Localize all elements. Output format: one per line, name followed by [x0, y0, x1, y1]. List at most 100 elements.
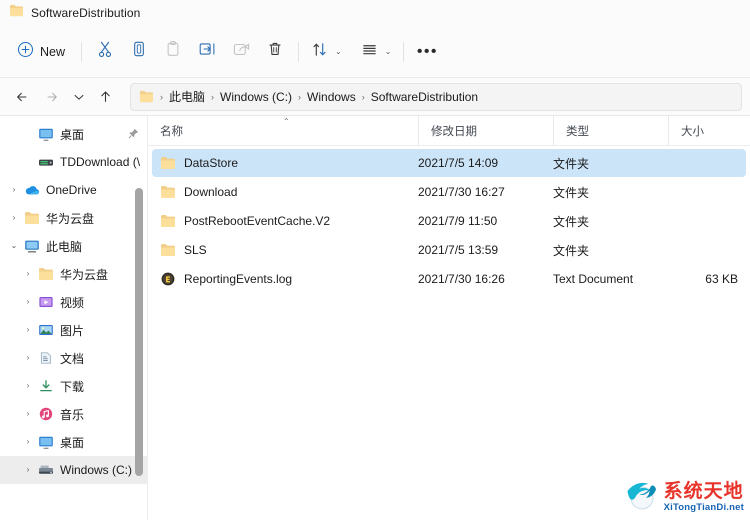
breadcrumb-item-1[interactable]: Windows (C:) [220, 90, 292, 104]
up-button[interactable] [90, 83, 120, 111]
table-row[interactable]: ReportingEvents.log 2021/7/30 16:26 Text D… [152, 265, 746, 293]
desktop-icon [36, 127, 56, 141]
globe-swoosh-logo-icon [625, 479, 659, 516]
column-header-type[interactable]: 类型 [553, 115, 668, 146]
file-type-cell: 文件夹 [553, 156, 590, 171]
file-name-cell: DataStore [152, 156, 418, 170]
more-options-button[interactable]: ••• [410, 36, 444, 68]
copy-icon [130, 40, 148, 63]
expander-chevron-icon[interactable]: › [20, 438, 36, 446]
breadcrumb[interactable]: › 此电脑 › Windows (C:) › Windows › Softwar… [130, 82, 742, 111]
sidebar-item-label: 文档 [60, 351, 85, 366]
path-folder-icon [139, 90, 154, 103]
breadcrumb-item-3[interactable]: SoftwareDistribution [371, 90, 478, 104]
sidebar-item-label: 音乐 [60, 407, 85, 422]
sidebar-scrollbar[interactable] [133, 116, 145, 520]
file-date-cell: 2021/7/30 16:27 [418, 185, 505, 199]
command-toolbar: New ⌄ ⌄ ••• [0, 26, 750, 78]
new-button[interactable]: New [10, 36, 75, 68]
expander-chevron-icon[interactable]: › [20, 410, 36, 418]
file-name-label: Download [184, 185, 238, 199]
trash-icon [266, 40, 284, 63]
sort-chevron-down-icon: ⌄ [335, 47, 342, 56]
file-date-cell: 2021/7/9 11:50 [418, 214, 498, 228]
expander-chevron-icon[interactable]: › [20, 326, 36, 334]
sidebar-item-3[interactable]: › 华为云盘 [0, 204, 147, 232]
file-name-cell: PostRebootEventCache.V2 [152, 214, 418, 228]
file-type-cell: Text Document [553, 272, 634, 286]
breadcrumb-item-0[interactable]: 此电脑 [169, 88, 205, 105]
sidebar-item-label: 桌面 [60, 435, 85, 450]
music-icon [36, 407, 56, 421]
sidebar-item-4[interactable]: ⌄ 此电脑 [0, 232, 147, 260]
sidebar-item-9[interactable]: › 下载 [0, 372, 147, 400]
breadcrumb-separator: › [361, 91, 365, 102]
file-name-cell: ReportingEvents.log [152, 272, 418, 286]
ellipsis-icon: ••• [416, 42, 438, 60]
expander-chevron-icon[interactable]: › [20, 298, 36, 306]
expander-chevron-icon[interactable]: › [20, 382, 36, 390]
sidebar-item-label: 华为云盘 [60, 267, 109, 282]
paste-button[interactable] [156, 36, 190, 68]
table-row[interactable]: SLS 2021/7/5 13:59 文件夹 [152, 236, 746, 264]
sidebar-scrollbar-thumb[interactable] [135, 188, 143, 476]
sidebar-item-11[interactable]: › 桌面 [0, 428, 147, 456]
plus-circle-icon [17, 41, 34, 63]
back-button[interactable] [8, 83, 38, 111]
column-header-size[interactable]: 大小 [668, 115, 748, 146]
sidebar-item-0[interactable]: 桌面 [0, 120, 147, 148]
delete-button[interactable] [258, 36, 292, 68]
view-chevron-down-icon: ⌄ [384, 47, 392, 56]
forward-button[interactable] [38, 83, 68, 111]
view-lines-icon [361, 41, 378, 63]
folder-icon [9, 4, 24, 22]
column-header-type-label: 类型 [566, 125, 589, 138]
sidebar-item-1[interactable]: TDDownload (\ [0, 148, 147, 176]
navigation-pane: 桌面 TDDownload (\ › OneDrive › 华为云盘 ⌄ 此电脑 › 华为云盘 › 视… [0, 116, 148, 520]
file-explorer-window: SoftwareDistribution New ⌄ ⌄ ••• › 此电脑 ›… [0, 0, 750, 522]
sidebar-item-6[interactable]: › 视频 [0, 288, 147, 316]
folder-icon [160, 214, 176, 228]
scissors-icon [96, 40, 114, 63]
expander-chevron-icon[interactable]: › [6, 214, 22, 222]
log-file-icon [160, 272, 176, 286]
share-button[interactable] [224, 36, 258, 68]
sidebar-item-8[interactable]: › 文档 [0, 344, 147, 372]
file-date-cell: 2021/7/5 14:09 [418, 156, 499, 170]
file-size-cell: 63 KB [705, 272, 738, 286]
column-header-size-label: 大小 [681, 125, 704, 138]
sort-arrows-icon [311, 41, 328, 63]
copy-button[interactable] [122, 36, 156, 68]
column-header-name[interactable]: 名称 ⌃ [148, 116, 418, 146]
file-name-label: PostRebootEventCache.V2 [184, 214, 331, 228]
cut-button[interactable] [88, 36, 122, 68]
table-row[interactable]: DataStore 2021/7/5 14:09 文件夹 [152, 149, 746, 177]
sidebar-item-10[interactable]: › 音乐 [0, 400, 147, 428]
file-rows: DataStore 2021/7/5 14:09 文件夹 Download 2021/7… [148, 146, 750, 293]
table-row[interactable]: PostRebootEventCache.V2 2021/7/9 11:50 文件夹 [152, 207, 746, 235]
column-header-date[interactable]: 修改日期 [418, 115, 553, 146]
view-button[interactable]: ⌄ [355, 36, 398, 68]
sidebar-item-5[interactable]: › 华为云盘 [0, 260, 147, 288]
expander-chevron-icon[interactable]: › [20, 270, 36, 278]
table-row[interactable]: Download 2021/7/30 16:27 文件夹 [152, 178, 746, 206]
toolbar-divider [81, 41, 83, 62]
expander-chevron-icon[interactable]: › [20, 354, 36, 362]
file-name-cell: SLS [152, 243, 418, 257]
sidebar-item-2[interactable]: › OneDrive [0, 176, 147, 204]
breadcrumb-item-2[interactable]: Windows [307, 90, 356, 104]
expander-chevron-icon[interactable]: › [6, 186, 22, 194]
sidebar-item-7[interactable]: › 图片 [0, 316, 147, 344]
sort-ascending-icon: ⌃ [283, 116, 290, 126]
expander-chevron-icon[interactable]: ⌄ [6, 242, 22, 250]
column-header-name-label: 名称 [160, 125, 183, 138]
recent-locations-button[interactable] [68, 83, 90, 111]
sort-button[interactable]: ⌄ [305, 36, 348, 68]
column-headers: 名称 ⌃ 修改日期 类型 大小 [148, 115, 750, 146]
watermark-cn-text: 系统天地 [663, 481, 744, 503]
expander-chevron-icon[interactable]: › [20, 466, 36, 474]
folder-icon [160, 243, 176, 257]
rename-button[interactable] [190, 36, 224, 68]
sidebar-item-12[interactable]: › Windows (C:) [0, 456, 147, 484]
file-name-label: DataStore [184, 156, 239, 170]
